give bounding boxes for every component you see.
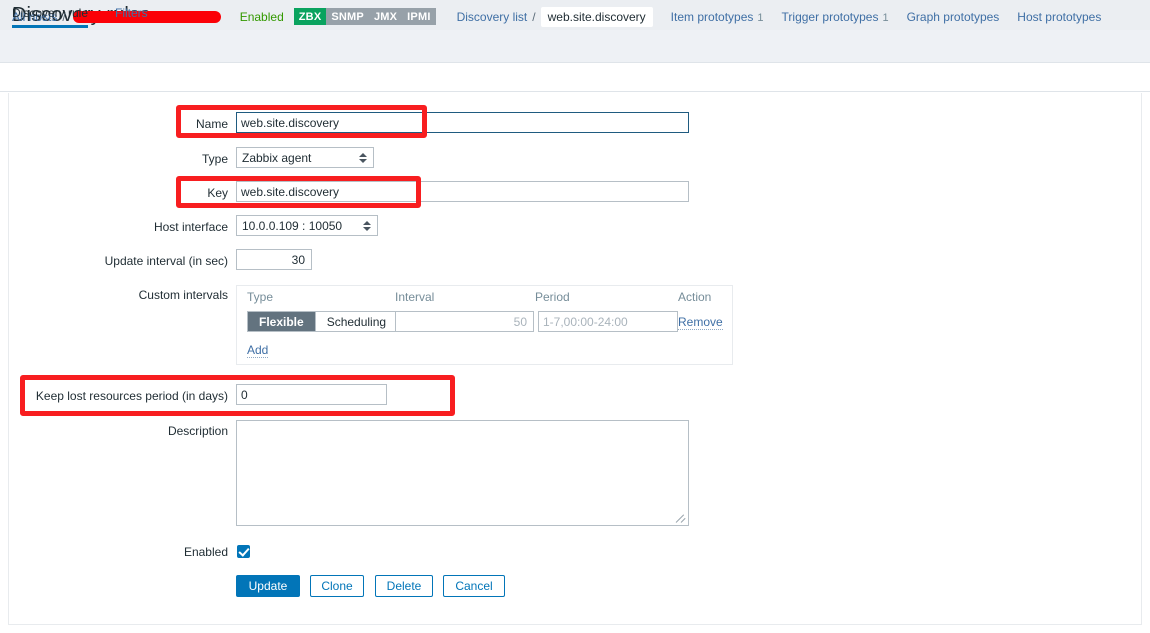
label-host-interface: Host interface [153, 220, 228, 234]
update-interval-input[interactable] [236, 249, 312, 270]
discovery-rule-page: Discovery rules All hosts / Enabled ZBX … [0, 0, 1150, 633]
type-select-value: Zabbix agent [242, 150, 312, 165]
breadcrumb-current-rule: web.site.discovery [540, 6, 653, 27]
host-status-label: Enabled [239, 9, 284, 24]
custom-period-input[interactable] [538, 311, 678, 332]
protocol-badge-jmx[interactable]: JMX [368, 8, 403, 25]
column-header-type: Type [247, 290, 274, 304]
host-interface-select-value: 10.0.0.109 : 10050 [242, 218, 343, 233]
label-update-interval: Update interval (in sec) [104, 254, 228, 268]
breadcrumb-bar [0, 30, 1150, 63]
tab-discovery-rule[interactable]: Discovery rule [12, 0, 89, 28]
chevron-updown-icon-2 [360, 220, 374, 231]
tab-filters[interactable]: Filters [115, 0, 148, 28]
protocol-badges: ZBX SNMP JMX IPMI [293, 8, 436, 25]
delete-button[interactable]: Delete [375, 575, 433, 597]
update-button[interactable]: Update [236, 575, 300, 597]
label-name: Name [195, 117, 228, 131]
key-input[interactable] [236, 181, 689, 202]
type-select[interactable]: Zabbix agent [236, 147, 374, 168]
label-custom-intervals: Custom intervals [138, 288, 228, 302]
custom-interval-input[interactable] [395, 311, 534, 332]
enabled-checkbox[interactable] [237, 545, 250, 558]
add-interval-link[interactable]: Add [247, 343, 269, 358]
breadcrumb-trigger-prototypes-label[interactable]: Trigger prototypes [782, 10, 879, 24]
name-input[interactable] [236, 112, 689, 133]
column-header-action: Action [678, 290, 712, 304]
protocol-badge-zbx[interactable]: ZBX [293, 8, 327, 25]
custom-intervals-table: Type Interval Period Action Flexible Sch… [236, 285, 733, 365]
protocol-badge-snmp[interactable]: SNMP [326, 8, 369, 25]
column-header-interval: Interval [395, 290, 435, 304]
keep-lost-resources-input[interactable] [236, 384, 387, 405]
chevron-updown-icon [356, 152, 370, 163]
tab-bar [0, 64, 1150, 92]
breadcrumb-discovery-list[interactable]: Discovery list [457, 10, 528, 24]
label-description: Description [167, 424, 228, 438]
column-header-period: Period [535, 290, 570, 304]
description-textarea[interactable] [236, 420, 689, 526]
remove-interval-link[interactable]: Remove [678, 315, 723, 330]
breadcrumb: All hosts / Enabled ZBX SNMP JMX IPMI Di… [12, 0, 1101, 33]
breadcrumb-host-prototypes-label[interactable]: Host prototypes [1017, 10, 1101, 24]
cancel-button[interactable]: Cancel [443, 575, 505, 597]
breadcrumb-item-prototypes-label[interactable]: Item prototypes [671, 10, 754, 24]
breadcrumb-host-prototypes[interactable]: Host prototypes [1017, 10, 1101, 24]
protocol-badge-ipmi[interactable]: IPMI [402, 8, 436, 25]
interval-type-toggle[interactable]: Flexible Scheduling [247, 311, 399, 332]
breadcrumb-trigger-prototypes[interactable]: Trigger prototypes 1 [782, 10, 889, 24]
breadcrumb-graph-prototypes[interactable]: Graph prototypes [907, 10, 1000, 24]
interval-type-scheduling[interactable]: Scheduling [314, 312, 398, 331]
breadcrumb-trigger-prototypes-count: 1 [882, 11, 889, 24]
interval-type-flexible[interactable]: Flexible [248, 312, 315, 331]
host-interface-select[interactable]: 10.0.0.109 : 10050 [236, 215, 378, 236]
breadcrumb-separator-2: / [532, 9, 536, 24]
clone-button[interactable]: Clone [310, 575, 364, 597]
label-key: Key [207, 186, 228, 200]
breadcrumb-item-prototypes-count: 1 [757, 11, 764, 24]
breadcrumb-graph-prototypes-label[interactable]: Graph prototypes [907, 10, 1000, 24]
breadcrumb-item-prototypes[interactable]: Item prototypes 1 [671, 10, 764, 24]
label-enabled: Enabled [183, 545, 228, 559]
label-type: Type [201, 152, 228, 166]
label-keep-lost-resources: Keep lost resources period (in days) [35, 389, 228, 403]
